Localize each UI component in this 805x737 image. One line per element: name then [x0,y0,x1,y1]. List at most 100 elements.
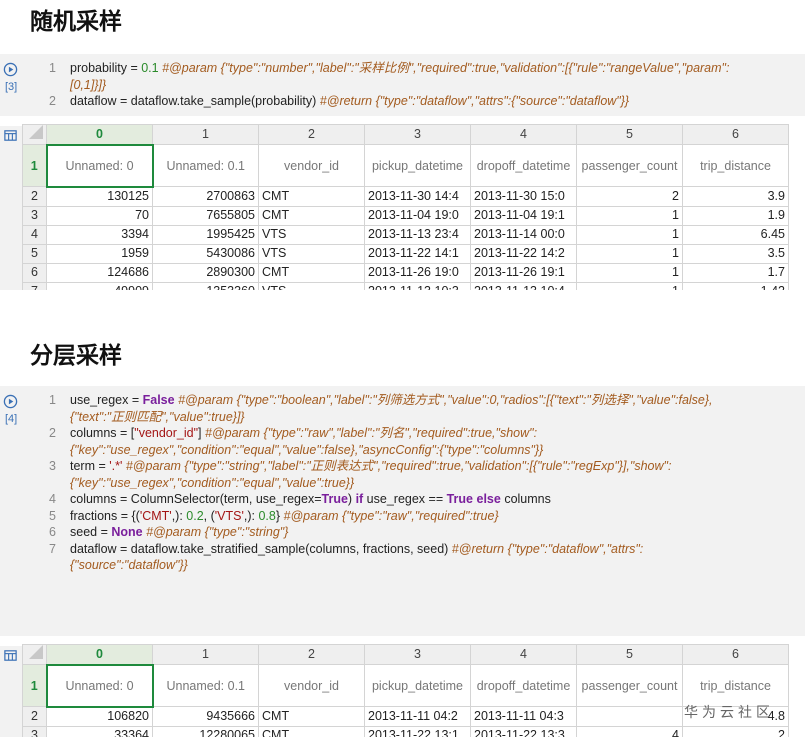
column-index-header[interactable]: 4 [470,124,577,145]
table-cell[interactable]: 2013-11-22 13:1 [364,725,471,737]
table-cell[interactable]: 1.9 [682,205,789,226]
table-row[interactable]: 2 130125 2700863 CMT 2013-11-30 14:4 2013-11-… [22,186,789,207]
table-cell[interactable]: 2013-11-13 23:4 [364,224,471,245]
table-cell[interactable]: 1 [576,281,683,290]
table-cell[interactable]: CMT [258,262,365,283]
table-cell[interactable]: 1 [576,262,683,283]
code-line[interactable]: {"key":"use_regex","condition":"equal","… [36,442,805,459]
column-index-header[interactable]: 5 [576,124,683,145]
column-name-cell[interactable]: passenger_count [576,144,683,187]
table-cell[interactable]: 1959 [46,243,153,264]
table-corner[interactable] [22,124,47,145]
code-line[interactable]: 3 term = '.*' #@param {"type":"string","l… [36,458,805,475]
table-cell[interactable]: CMT [258,725,365,737]
table-cell[interactable]: 2013-11-30 14:4 [364,186,471,207]
table-cell[interactable] [576,706,683,727]
code-line[interactable]: 2 dataflow = dataflow.take_sample(probabi… [36,93,805,110]
code-line[interactable]: 5 fractions = {('CMT',): 0.2, ('VTS',): 0… [36,508,805,525]
table-cell[interactable]: 1995425 [152,224,259,245]
table-cell[interactable]: VTS [258,243,365,264]
row-index-header[interactable]: 1 [22,664,47,707]
table-cell[interactable]: 124686 [46,262,153,283]
table-cell[interactable]: 2013-11-04 19:0 [364,205,471,226]
code-line[interactable]: [0,1]}]} [36,77,805,94]
code-line[interactable]: 1 probability = 0.1 #@param {"type":"numb… [36,60,805,77]
column-name-cell[interactable]: trip_distance [682,144,789,187]
table-cell[interactable]: 33364 [46,725,153,737]
table-cell[interactable]: 1 [576,224,683,245]
column-name-cell[interactable]: Unnamed: 0.1 [152,144,259,187]
table-cell[interactable]: 49909 [46,281,153,290]
code-line[interactable]: 6 seed = None #@param {"type":"string"} [36,524,805,541]
column-index-header[interactable]: 4 [470,644,577,665]
code-line[interactable]: {"source":"dataflow"}} [36,557,805,574]
table-cell[interactable]: 1.7 [682,262,789,283]
table-cell[interactable]: 1.42 [682,281,789,290]
table-cell[interactable]: CMT [258,706,365,727]
table-cell[interactable]: 3.5 [682,243,789,264]
code-cell-random-sample[interactable]: [3] 1 probability = 0.1 #@param {"type":"… [0,54,805,116]
table-cell[interactable]: 12280065 [152,725,259,737]
table-row[interactable]: 5 1959 5430086 VTS 2013-11-22 14:1 2013-11-22… [22,243,789,264]
column-index-header[interactable]: 0 [46,644,153,665]
code-line[interactable]: 2 columns = ["vendor_id"] #@param {"type"… [36,425,805,442]
output-table-1-viewport[interactable]: 0 1 2 3 4 5 6 1 Unnamed: 0 Unnamed: 0.1 vendor_id p… [0,124,805,290]
column-name-cell[interactable]: vendor_id [258,664,365,707]
column-name-cell[interactable]: Unnamed: 0 [45,663,154,708]
column-index-header[interactable]: 1 [152,644,259,665]
column-name-cell[interactable]: passenger_count [576,664,683,707]
column-index-header[interactable]: 0 [46,124,153,145]
row-index-header[interactable]: 7 [22,281,47,290]
row-index-header[interactable]: 3 [22,725,47,737]
output-table-2-viewport[interactable]: 0 1 2 3 4 5 6 1 Unnamed: 0 Unnamed: 0.1 vendor_id p… [0,644,805,737]
row-index-header[interactable]: 4 [22,224,47,245]
column-index-header[interactable]: 6 [682,124,789,145]
table-cell[interactable]: 2 [682,725,789,737]
table-cell[interactable]: 1 [576,205,683,226]
table-cell[interactable]: 7655805 [152,205,259,226]
run-cell-icon[interactable] [3,394,18,409]
output-table[interactable]: 0 1 2 3 4 5 6 1 Unnamed: 0 Unnamed: 0.1 vendor_id p… [22,644,789,737]
output-table[interactable]: 0 1 2 3 4 5 6 1 Unnamed: 0 Unnamed: 0.1 vendor_id p… [22,124,789,290]
column-index-header[interactable]: 6 [682,644,789,665]
table-cell[interactable]: 2013-11-14 00:0 [470,224,577,245]
row-index-header[interactable]: 1 [22,144,47,187]
table-row[interactable]: 3 33364 12280065 CMT 2013-11-22 13:1 2013-11-… [22,725,789,737]
table-cell[interactable]: 2700863 [152,186,259,207]
table-cell[interactable]: 2013-11-26 19:0 [364,262,471,283]
table-cell[interactable]: 2013-11-26 19:1 [470,262,577,283]
column-index-header[interactable]: 3 [364,644,471,665]
table-row[interactable]: 2 106820 9435666 CMT 2013-11-11 04:2 2013-11-… [22,706,789,727]
column-name-cell[interactable]: dropoff_datetime [470,144,577,187]
column-index-header[interactable]: 3 [364,124,471,145]
table-cell[interactable]: 2 [576,186,683,207]
table-cell[interactable]: 1 [576,243,683,264]
table-corner[interactable] [22,644,47,665]
table-cell[interactable]: 6.45 [682,224,789,245]
table-row[interactable]: 7499091353360VTS2013-11-13 10:32013-11-1… [22,281,789,290]
run-cell-icon[interactable] [3,62,18,77]
code-line[interactable]: 1 use_regex = False #@param {"type":"bool… [36,392,805,409]
table-cell[interactable]: 70 [46,205,153,226]
row-index-header[interactable]: 2 [22,186,47,207]
column-index-header[interactable]: 2 [258,644,365,665]
table-row[interactable]: 6 124686 2890300 CMT 2013-11-26 19:0 2013-11-… [22,262,789,283]
column-name-cell[interactable]: pickup_datetime [364,664,471,707]
row-index-header[interactable]: 6 [22,262,47,283]
table-cell[interactable]: 2013-11-04 19:1 [470,205,577,226]
table-cell[interactable]: 5430086 [152,243,259,264]
table-cell[interactable]: 2013-11-22 13:3 [470,725,577,737]
table-cell[interactable]: 3.9 [682,186,789,207]
table-cell[interactable]: CMT [258,205,365,226]
table-cell[interactable]: CMT [258,186,365,207]
code-editor[interactable]: 1 use_regex = False #@param {"type":"bool… [36,392,805,574]
table-row[interactable]: 3 70 7655805 CMT 2013-11-04 19:0 2013-11-04 1… [22,205,789,226]
row-index-header[interactable]: 5 [22,243,47,264]
column-name-cell[interactable]: pickup_datetime [364,144,471,187]
table-cell[interactable]: 2013-11-13 10:3 [364,281,471,290]
column-name-cell[interactable]: Unnamed: 0.1 [152,664,259,707]
table-cell[interactable]: 2013-11-11 04:3 [470,706,577,727]
row-index-header[interactable]: 2 [22,706,47,727]
column-name-cell[interactable]: Unnamed: 0 [45,143,154,188]
column-index-header[interactable]: 5 [576,644,683,665]
